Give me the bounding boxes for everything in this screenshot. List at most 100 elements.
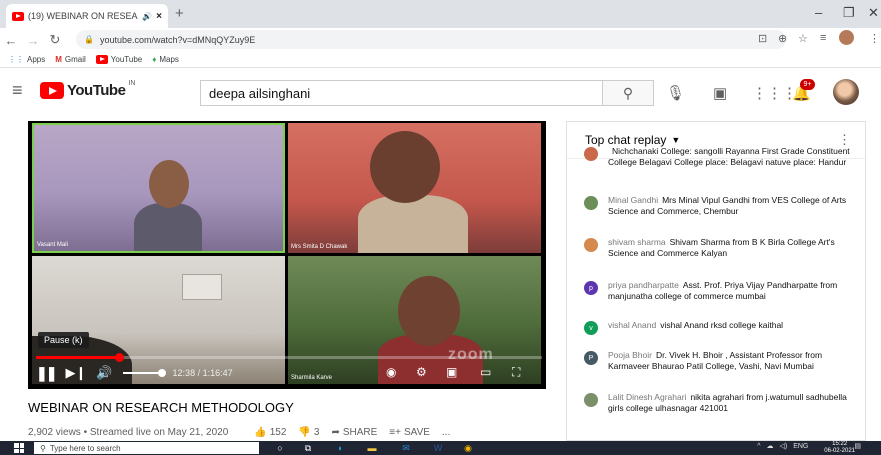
chat-author-avatar[interactable]: P <box>584 351 598 365</box>
progress-bar-fill <box>36 356 119 359</box>
chat-message: Nichchanaki College: sangolli Rayanna Fi… <box>584 146 854 168</box>
notifications-icon[interactable]: ▤ <box>854 442 861 450</box>
chat-message-text: vishal Anand rksd college kaithal <box>660 320 784 330</box>
miniplayer-icon[interactable]: ▣ <box>446 365 457 379</box>
theater-mode-icon[interactable]: ▭ <box>480 365 491 379</box>
task-view-icon[interactable]: ⧉ <box>298 442 318 454</box>
bookmark-star-icon[interactable]: ☆ <box>798 32 808 45</box>
chat-author-name[interactable]: Minal Gandhi <box>608 195 658 205</box>
like-button[interactable]: 👍 152 <box>254 427 286 438</box>
new-tab-button[interactable]: + <box>175 5 184 22</box>
chat-author-name[interactable]: vishal Anand <box>608 320 656 330</box>
file-explorer-icon[interactable]: ▬ <box>362 442 382 454</box>
share-icon: ➦ <box>331 427 340 438</box>
chat-author-avatar[interactable] <box>584 147 598 161</box>
speaker-tray-icon[interactable]: ◁) <box>779 442 787 450</box>
taskbar-clock[interactable]: 15:22 06-02-2021 <box>824 441 855 455</box>
language-indicator[interactable]: ENG <box>793 443 808 450</box>
bookmark-gmail[interactable]: M Gmail <box>55 55 86 64</box>
mail-icon[interactable]: ✉ <box>396 442 416 454</box>
maps-pin-icon: ♦ <box>152 55 157 64</box>
chrome-menu-icon[interactable]: ⋮ <box>869 32 880 45</box>
thumbs-up-icon: 👍 <box>254 427 267 438</box>
bookmarks-bar: ⋮⋮ Apps M Gmail YouTube ♦ Maps <box>0 52 881 68</box>
close-window-icon[interactable]: ✕ <box>868 5 879 21</box>
tray-up-arrow-icon[interactable]: ^ <box>757 443 760 450</box>
cortana-icon[interactable]: ○ <box>270 442 290 454</box>
chat-message-body: Lalit Dinesh Agrahari nikita agrahari fro… <box>608 392 854 414</box>
browser-tab[interactable]: (19) WEBINAR ON RESEARC 🔊 × <box>6 4 168 28</box>
chat-message: v vishal Anand vishal Anand rksd college k… <box>584 320 854 335</box>
chat-message-body: priya pandharpatte Asst. Prof. Priya Vija… <box>608 280 854 302</box>
participant-name: Vasant Mali <box>37 242 68 248</box>
bookmark-apps[interactable]: ⋮⋮ Apps <box>8 55 45 64</box>
chat-author-name[interactable]: Pooja Bhoir <box>608 350 652 360</box>
chat-author-avatar[interactable] <box>584 196 598 210</box>
search-button[interactable]: ⚲ <box>602 80 654 106</box>
playlist-icon[interactable]: ≡ <box>820 32 826 44</box>
pause-tooltip: Pause (k) <box>38 332 89 348</box>
chevron-down-icon: ▼ <box>671 135 681 145</box>
video-title: WEBINAR ON RESEARCH METHODOLOGY <box>28 400 294 415</box>
chat-author-avatar[interactable] <box>584 238 598 252</box>
chat-message: shivam sharma Shivam Sharma from B K Birl… <box>584 237 854 259</box>
chat-author-name[interactable]: priya pandharpatte <box>608 280 679 290</box>
edge-icon[interactable]: ◗ <box>330 442 350 454</box>
reload-icon[interactable]: ↻ <box>44 32 66 48</box>
bookmark-youtube[interactable]: YouTube <box>95 55 142 64</box>
view-count: 2,902 views • Streamed live on May 21, 2… <box>28 427 229 438</box>
participant-name: Mrs Smita D Chawak <box>291 244 348 250</box>
volume-icon[interactable]: 🔊 <box>96 365 112 381</box>
bookmark-maps[interactable]: ♦ Maps <box>152 55 179 64</box>
fullscreen-icon[interactable]: ⛶ <box>512 365 520 380</box>
search-icon: ⚲ <box>40 443 46 453</box>
create-video-icon[interactable]: ▣ <box>713 84 727 102</box>
microphone-icon[interactable]: 🎙 <box>666 84 685 102</box>
chat-author-avatar[interactable] <box>584 393 598 407</box>
speaker-icon[interactable]: 🔊 <box>142 12 152 21</box>
chat-author-name[interactable]: shivam sharma <box>608 237 666 247</box>
pause-icon[interactable]: ❚❚ <box>36 365 58 382</box>
chat-message-text: Nichchanaki College: sangolli Rayanna Fi… <box>608 146 850 167</box>
profile-avatar-icon[interactable] <box>839 30 854 45</box>
more-actions-button[interactable]: ... <box>442 427 450 438</box>
cast-icon[interactable]: ⊡ <box>758 32 767 45</box>
chat-message-body: vishal Anand vishal Anand rksd college ka… <box>608 320 783 335</box>
chat-mode-label: Top chat replay <box>585 133 667 147</box>
chat-author-avatar[interactable]: v <box>584 321 598 335</box>
chat-message: Minal Gandhi Mrs Minal Vipul Gandhi from … <box>584 195 854 217</box>
hamburger-menu-icon[interactable]: ≡ <box>12 80 23 101</box>
address-bar[interactable]: 🔒 youtube.com/watch?v=dMNqQYZuy9E <box>76 30 786 49</box>
volume-slider[interactable] <box>122 369 166 377</box>
progress-scrubber[interactable] <box>115 353 124 362</box>
share-button[interactable]: ➦ SHARE <box>331 427 377 438</box>
volume-knob[interactable] <box>157 369 166 377</box>
settings-gear-icon[interactable]: ⚙ <box>416 365 427 379</box>
youtube-favicon-icon <box>12 11 24 21</box>
windows-start-icon[interactable] <box>14 443 24 453</box>
taskbar-search-input[interactable]: ⚲ Type here to search <box>34 442 259 454</box>
chrome-icon[interactable]: ◉ <box>458 442 478 454</box>
chat-message: p priya pandharpatte Asst. Prof. Priya Vij… <box>584 280 854 302</box>
chat-message-body: Nichchanaki College: sangolli Rayanna Fi… <box>608 146 854 168</box>
chat-author-avatar[interactable]: p <box>584 281 598 295</box>
search-input[interactable] <box>200 80 602 106</box>
chat-author-name[interactable]: Lalit Dinesh Agrahari <box>608 392 686 402</box>
apps-icon[interactable]: ⋮⋮⋮ <box>752 84 797 102</box>
back-icon[interactable]: ← <box>0 33 22 48</box>
autoplay-toggle-icon[interactable]: ◉ <box>386 365 396 379</box>
notification-badge: 9+ <box>800 79 815 90</box>
time-display: 12:38 / 1:16:47 <box>172 368 233 378</box>
avatar[interactable] <box>833 79 859 105</box>
youtube-logo[interactable]: YouTube IN <box>40 80 135 99</box>
dislike-button[interactable]: 👎 3 <box>298 427 319 438</box>
save-button[interactable]: ≡+ SAVE <box>389 427 430 438</box>
network-icon[interactable]: ☁ <box>766 442 773 450</box>
forward-icon[interactable]: → <box>22 33 44 48</box>
zoom-icon[interactable]: ⊕ <box>778 32 787 45</box>
maximize-icon[interactable]: ❐ <box>843 5 855 21</box>
close-tab-icon[interactable]: × <box>156 11 162 22</box>
word-icon[interactable]: W <box>428 442 448 454</box>
minimize-icon[interactable]: – <box>815 5 822 20</box>
next-icon[interactable]: ▶❙ <box>65 365 86 381</box>
